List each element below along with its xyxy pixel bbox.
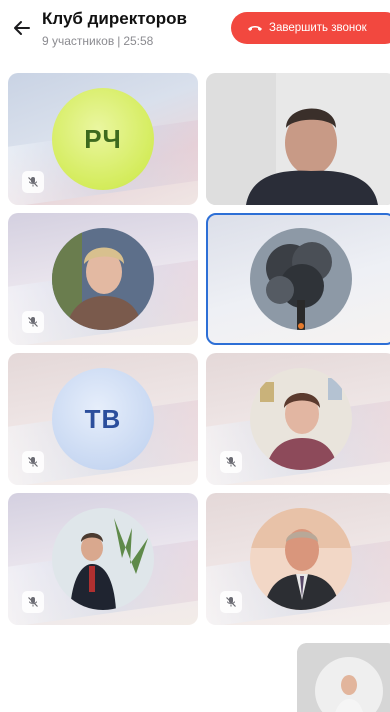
avatar-initials-text: ТВ <box>84 403 122 434</box>
end-call-label: Завершить звонок <box>269 22 367 34</box>
participant-tile-tv[interactable]: ТВ <box>8 353 198 485</box>
avatar-photo <box>52 508 154 610</box>
participant-tile-photo[interactable] <box>206 493 390 625</box>
subtitle-separator: | <box>117 34 121 48</box>
avatar-photo <box>52 228 154 330</box>
participant-tile-selected[interactable] <box>206 213 390 345</box>
call-header: Клуб директоров 9 участников | 25:58 Завер… <box>0 0 390 60</box>
avatar-initials: ТВ <box>52 368 154 470</box>
arrow-left-icon <box>14 21 30 35</box>
avatar-photo <box>250 228 352 330</box>
avatar-initials-text: РЧ <box>84 123 122 154</box>
end-call-button[interactable]: Завершить звонок <box>231 12 390 44</box>
participant-count: 9 участников <box>42 34 115 48</box>
participant-tile-video[interactable] <box>206 73 390 205</box>
self-video-preview[interactable] <box>297 643 390 712</box>
back-button[interactable] <box>8 14 36 42</box>
avatar-photo <box>250 508 352 610</box>
participant-tile-photo[interactable] <box>8 493 198 625</box>
mic-off-icon <box>22 591 44 613</box>
mic-off-icon <box>220 591 242 613</box>
call-subtitle: 9 участников | 25:58 <box>42 34 153 48</box>
phone-hangup-icon <box>248 26 262 31</box>
participant-tile-photo[interactable] <box>206 353 390 485</box>
call-title: Клуб директоров <box>42 9 187 28</box>
participant-video <box>206 73 390 205</box>
avatar-initials: РЧ <box>52 88 154 190</box>
mic-off-icon <box>22 311 44 333</box>
call-duration: 25:58 <box>123 34 154 48</box>
mic-off-icon <box>220 451 242 473</box>
participant-tile-photo[interactable] <box>8 213 198 345</box>
mic-off-icon <box>22 451 44 473</box>
avatar-photo <box>250 368 352 470</box>
participant-tile-rch[interactable]: РЧ <box>8 73 198 205</box>
mic-off-icon <box>22 171 44 193</box>
